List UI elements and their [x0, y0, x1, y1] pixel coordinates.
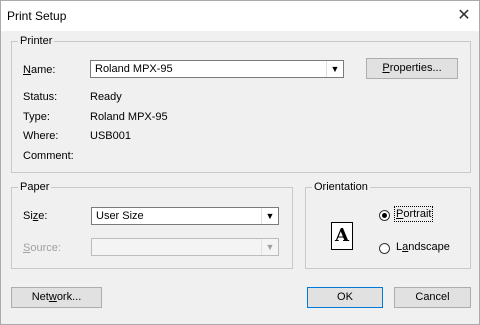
properties-button[interactable]: Properties...	[366, 58, 458, 79]
network-button[interactable]: Network...	[11, 287, 102, 308]
status-value: Ready	[90, 91, 122, 103]
type-value: Roland MPX-95	[90, 111, 168, 123]
where-label: Where:	[23, 130, 59, 142]
source-label: Source:	[23, 242, 61, 254]
window-title: Print Setup	[7, 9, 67, 23]
comment-label: Comment:	[23, 150, 74, 162]
where-value: USB001	[90, 130, 131, 142]
portrait-radio[interactable]	[379, 210, 390, 221]
printer-group-label: Printer	[18, 35, 55, 47]
portrait-label[interactable]: Portrait	[393, 206, 434, 222]
landscape-radio[interactable]	[379, 243, 390, 254]
orientation-group: Orientation A Portrait Landscape	[305, 181, 471, 269]
chevron-down-icon[interactable]: ▼	[326, 61, 343, 77]
ok-button[interactable]: OK	[307, 287, 383, 308]
paper-group: Paper Size: User Size ▼ Source: ▼	[11, 181, 293, 269]
chevron-down-icon[interactable]: ▼	[261, 208, 278, 224]
printer-name-value: Roland MPX-95	[95, 63, 173, 75]
paper-group-label: Paper	[18, 181, 52, 193]
printer-name-dropdown[interactable]: Roland MPX-95 ▼	[90, 60, 344, 78]
orientation-group-label: Orientation	[312, 181, 370, 193]
printer-group: Printer Name: Roland MPX-95 ▼ Properties…	[11, 35, 471, 173]
close-icon[interactable]: ✕	[449, 1, 479, 31]
cancel-button[interactable]: Cancel	[394, 287, 471, 308]
size-label: Size:	[23, 210, 48, 222]
name-label: Name:	[23, 64, 56, 76]
print-setup-dialog: Print Setup ✕ Printer Name: Roland MPX-9…	[0, 0, 480, 325]
type-label: Type:	[23, 111, 50, 123]
title-bar: Print Setup ✕	[1, 1, 479, 31]
chevron-down-icon[interactable]: ▼	[261, 239, 278, 255]
paper-source-dropdown[interactable]: ▼	[91, 238, 279, 256]
landscape-label[interactable]: Landscape	[396, 241, 450, 253]
paper-size-value: User Size	[96, 210, 144, 222]
portrait-page-icon: A	[331, 222, 353, 250]
paper-size-dropdown[interactable]: User Size ▼	[91, 207, 279, 225]
status-label: Status:	[23, 91, 58, 103]
